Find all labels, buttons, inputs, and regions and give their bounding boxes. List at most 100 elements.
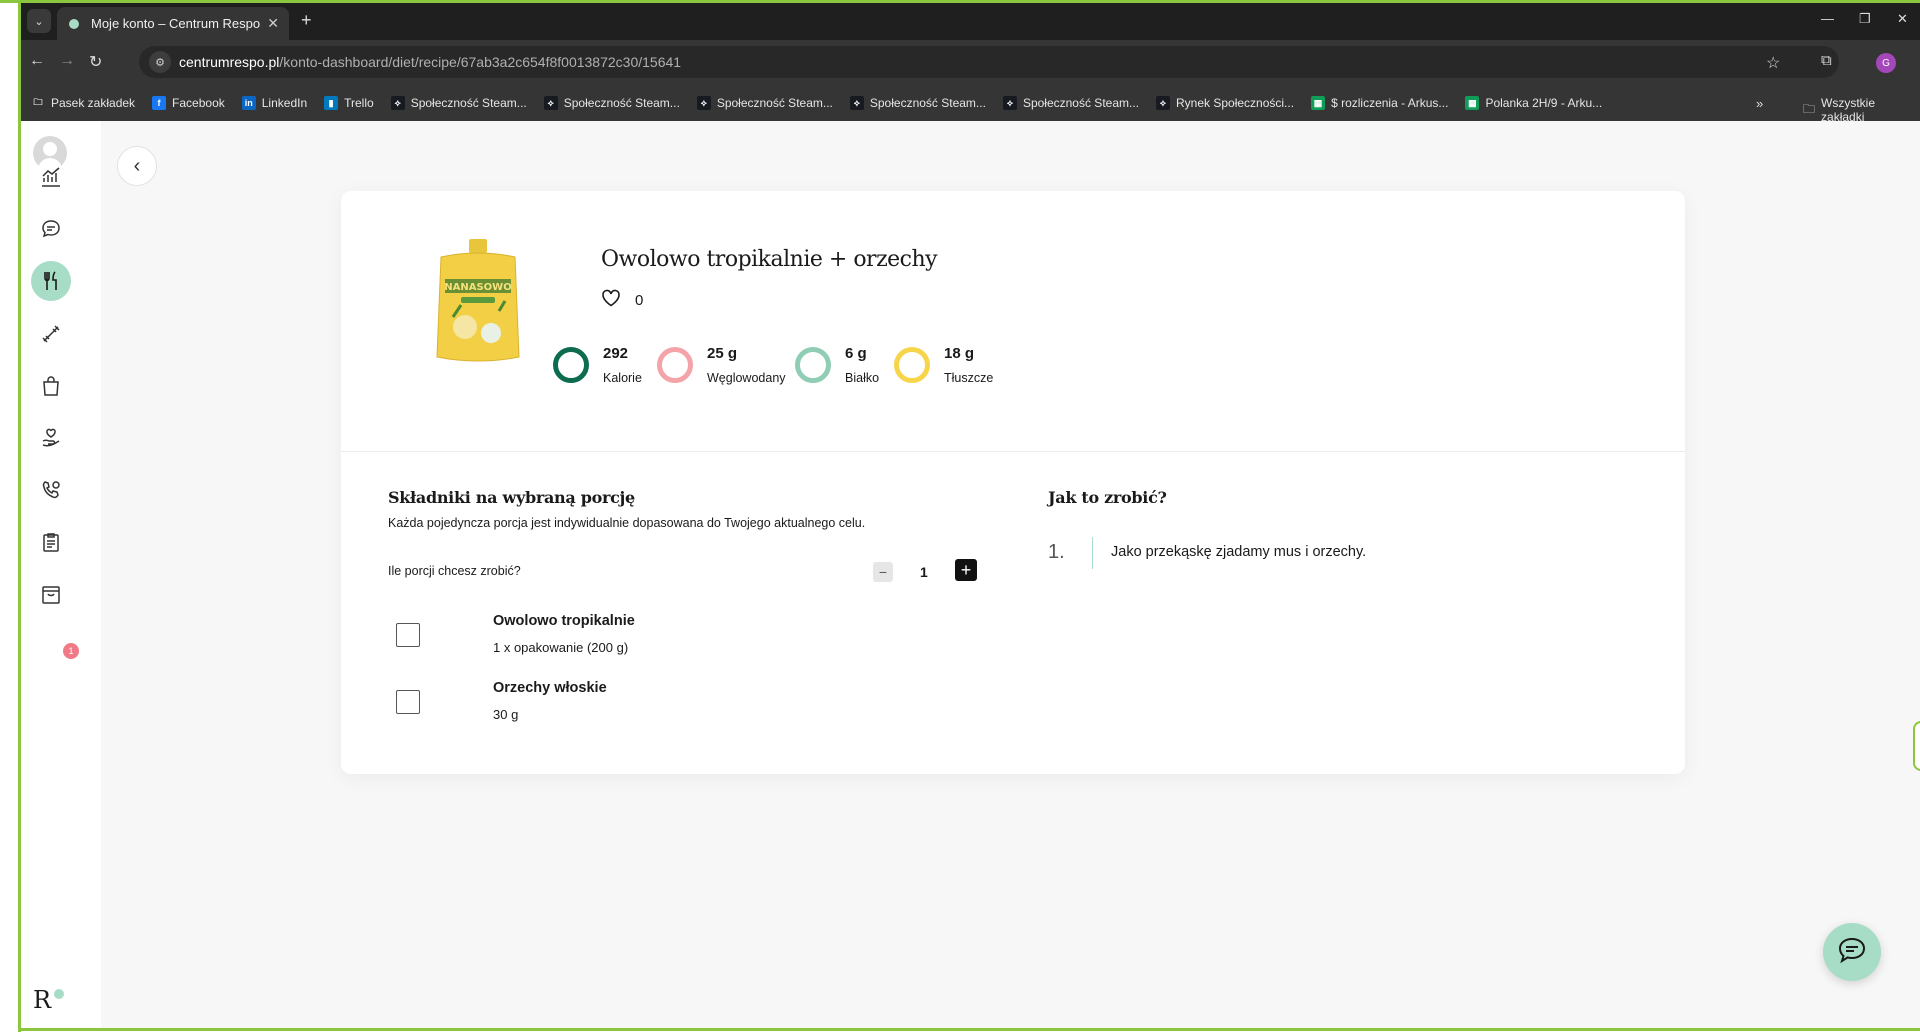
main-content: ‹ NANASOWO Owolowo tropikalnie + orzechy… [101, 121, 1920, 1028]
restore-button[interactable]: ❐ [1859, 11, 1871, 27]
favicon-icon [69, 18, 79, 29]
close-window-button[interactable]: ✕ [1897, 11, 1908, 27]
bookmark-label: Społeczność Steam... [869, 96, 986, 110]
browser-tab[interactable]: Moje konto – Centrum Respo ✕ [57, 7, 289, 40]
diet-cutlery-icon[interactable] [31, 261, 71, 301]
bookmark-label: Polanka 2H/9 - Arku... [1485, 96, 1603, 110]
folder-icon: 🗀 [31, 96, 45, 110]
bookmark-star-icon[interactable]: ☆ [1766, 53, 1780, 73]
step-divider [1092, 537, 1093, 569]
bookmark-item[interactable]: f Facebook [152, 96, 225, 110]
macro-label: Białko [845, 371, 880, 385]
respo-logo[interactable]: R [33, 986, 51, 1014]
archive-box-icon[interactable] [31, 575, 71, 615]
back-nav-icon[interactable]: ← [29, 52, 45, 70]
url-domain: centrumrespo.pl [179, 54, 280, 70]
steam-icon: ⟡ [849, 96, 864, 110]
bookmark-item[interactable]: ⟡ Społeczność Steam... [696, 96, 833, 110]
portions-count: 1 [920, 564, 928, 580]
bookmark-item[interactable]: ⟡ Społeczność Steam... [543, 96, 680, 110]
decrease-portions-button[interactable]: − [873, 562, 893, 582]
chat-icon[interactable] [31, 209, 71, 249]
address-bar[interactable]: ⚙ centrumrespo.pl/konto-dashboard/diet/r… [139, 46, 1839, 78]
training-dumbbell-icon[interactable] [31, 314, 71, 354]
ingredient-checkbox[interactable] [396, 690, 420, 714]
bookmark-item[interactable]: ⟡ Rynek Społeczności... [1156, 96, 1294, 110]
bookmark-item[interactable]: ▦ $ rozliczenia - Arkus... [1311, 96, 1448, 110]
ingredient-name: Owolowo tropikalnie [493, 613, 635, 629]
bookmark-label: $ rozliczenia - Arkus... [1331, 96, 1449, 110]
macro-protein: 6 g Białko [795, 345, 879, 385]
profile-avatar[interactable]: G [1876, 53, 1896, 73]
bookmark-label: Społeczność Steam... [1022, 96, 1139, 110]
increase-portions-button[interactable]: + [955, 559, 977, 581]
macro-ring [894, 347, 930, 383]
app-sidebar: 1 R [21, 121, 101, 1028]
notification-badge: 1 [63, 643, 79, 659]
steam-icon: ⟡ [1002, 96, 1017, 110]
shopping-bag-icon[interactable] [31, 366, 71, 406]
bookmark-item[interactable]: 🗀 Pasek zakładek [31, 96, 135, 110]
macro-fat: 18 g Tłuszcze [894, 345, 993, 385]
bookmark-item[interactable]: ⟡ Społeczność Steam... [849, 96, 986, 110]
linkedin-icon: in [241, 96, 256, 110]
bookmark-label: LinkedIn [261, 96, 308, 110]
chat-bubble-icon [1837, 936, 1867, 969]
side-feedback-tab[interactable] [1913, 721, 1920, 771]
macro-label: Węglowodany [707, 371, 786, 385]
macro-carbs: 25 g Węglowodany [657, 345, 786, 385]
minimize-button[interactable]: — [1821, 11, 1834, 26]
heart-like-icon[interactable] [601, 289, 621, 311]
bookmarks-bar: 🗀 Pasek zakładek f Facebook in LinkedIn ▮ Trell… [21, 85, 1920, 121]
macro-label: Tłuszcze [944, 371, 994, 385]
macro-value: 6 g [845, 345, 867, 362]
clipboard-plan-icon[interactable] [31, 522, 71, 562]
progress-chart-icon[interactable] [31, 157, 71, 197]
macro-value: 18 g [944, 345, 975, 362]
instructions-title: Jak to zrobić? [1048, 488, 1167, 507]
bookmark-item[interactable]: in LinkedIn [241, 96, 308, 110]
ingredient-amount: 1 x opakowanie (200 g) [493, 640, 629, 655]
browser-chrome: ⌄ Moje konto – Centrum Respo ✕ + — ❐ ✕ ←… [21, 3, 1920, 124]
tab-search-button[interactable]: ⌄ [27, 9, 51, 33]
bookmark-item[interactable]: ⟡ Społeczność Steam... [390, 96, 527, 110]
bookmark-item[interactable]: ▮ Trello [324, 96, 374, 110]
more-bookmarks-icon[interactable]: » [1756, 96, 1763, 111]
tab-title: Moje konto – Centrum Respo [91, 16, 261, 31]
phone-support-icon[interactable] [31, 470, 71, 510]
tab-strip: ⌄ Moje konto – Centrum Respo ✕ + — ❐ ✕ [21, 3, 1920, 40]
sheets-icon: ▦ [1311, 96, 1326, 110]
back-button[interactable]: ‹ [117, 146, 157, 186]
macro-calories: 292 Kalorie [553, 345, 642, 385]
card-divider [341, 451, 1685, 452]
close-tab-icon[interactable]: ✕ [267, 15, 279, 32]
site-info-icon[interactable]: ⚙ [149, 51, 171, 73]
likes-row: 0 [601, 289, 643, 311]
extensions-icon[interactable]: ⧉ [1821, 52, 1832, 69]
reload-icon[interactable]: ↻ [89, 52, 102, 72]
bookmark-label: Społeczność Steam... [410, 96, 527, 110]
chat-support-button[interactable] [1823, 923, 1881, 981]
ingredient-amount: 30 g [493, 707, 519, 722]
bookmark-item[interactable]: ⟡ Społeczność Steam... [1002, 96, 1139, 110]
product-brand-label: NANASOWO [444, 282, 511, 293]
steam-icon: ⟡ [1156, 96, 1170, 110]
bookmark-item[interactable]: ▦ Polanka 2H/9 - Arku... [1465, 96, 1602, 110]
step-text: Jako przekąskę zjadamy mus i orzechy. [1111, 544, 1367, 560]
care-hand-heart-icon[interactable] [31, 418, 71, 458]
step-number: 1. [1048, 541, 1065, 563]
ingredient-name: Orzechy włoskie [493, 680, 607, 696]
product-pouch-image: NANASOWO [435, 239, 521, 363]
macro-label: Kalorie [603, 371, 642, 385]
new-tab-button[interactable]: + [301, 10, 312, 31]
forward-nav-icon[interactable]: → [59, 52, 75, 70]
bookmark-label: Społeczność Steam... [563, 96, 680, 110]
trello-icon: ▮ [324, 96, 339, 110]
bookmark-label: Społeczność Steam... [716, 96, 833, 110]
macro-ring [553, 347, 589, 383]
bookmark-label: Rynek Społeczności... [1176, 96, 1295, 110]
chevron-left-icon: ‹ [133, 154, 141, 177]
bookmark-label: Facebook [172, 96, 225, 110]
all-bookmarks-folder[interactable]: 🗀 Wszystkie zakładki [1803, 96, 1920, 124]
ingredient-checkbox[interactable] [396, 623, 420, 647]
